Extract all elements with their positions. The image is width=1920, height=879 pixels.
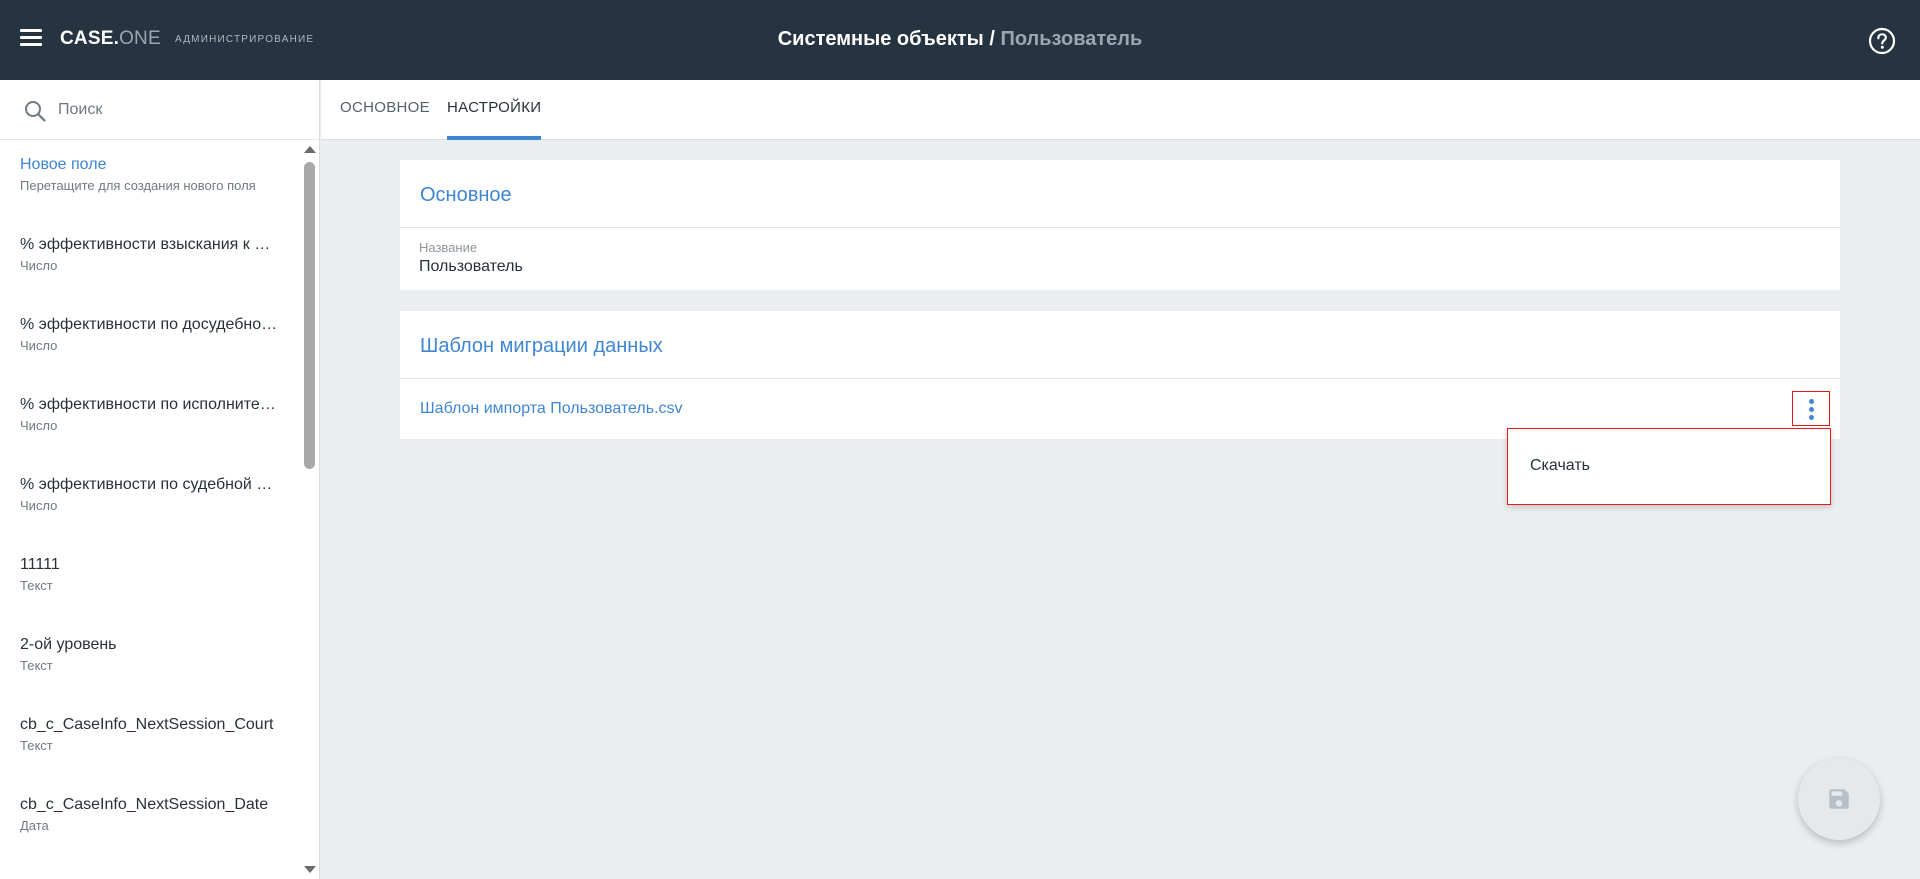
migration-card-title: Шаблон миграции данных: [400, 311, 1840, 379]
field-name: cb_c_CaseInfo_NextSession_Date: [20, 796, 269, 813]
tab-bar: ОСНОВНОЕ НАСТРОЙКИ: [321, 80, 1920, 140]
field-name: cb_c_CaseInfo_NextSession_Court: [20, 716, 274, 733]
save-icon: [1829, 789, 1849, 809]
top-app-bar: CASE.ONE АДМИНИСТРИРОВАНИЕ Системные объ…: [0, 0, 1920, 80]
search-input[interactable]: [58, 95, 298, 125]
scroll-thumb[interactable]: [304, 162, 315, 469]
basic-card-title: Основное: [400, 160, 1840, 228]
field-type: Число: [20, 418, 58, 433]
save-button[interactable]: [1798, 758, 1880, 840]
name-field-label: Название: [419, 240, 478, 255]
field-name: 2-ой уровень: [20, 636, 117, 653]
list-item[interactable]: % эффективности по исполните… Число: [0, 380, 300, 460]
list-item[interactable]: % эффективности взыскания к … Число: [0, 220, 300, 300]
migration-template-card: Шаблон миграции данных Шаблон импорта По…: [400, 311, 1840, 439]
field-type: Число: [20, 258, 58, 273]
title-separator: /: [989, 28, 995, 50]
new-field-name: Новое поле: [20, 156, 107, 173]
menu-item-download[interactable]: Скачать: [1530, 457, 1590, 475]
field-type: Текст: [20, 578, 53, 593]
field-name: % эффективности взыскания к …: [20, 236, 271, 253]
list-item[interactable]: cb_c_CaseInfo_NextSession_Date Дата: [0, 780, 300, 860]
basic-card: Основное Название Пользователь: [400, 160, 1840, 290]
search-icon[interactable]: [24, 100, 46, 122]
help-icon[interactable]: [1868, 27, 1896, 55]
field-list: Новое поле Перетащите для создания новог…: [0, 140, 300, 879]
field-name: 11111: [20, 556, 60, 573]
list-item[interactable]: % эффективности по досудебно… Число: [0, 300, 300, 380]
field-type: Число: [20, 498, 58, 513]
template-file-link[interactable]: Шаблон импорта Пользователь.csv: [420, 400, 683, 418]
name-field-value: Пользователь: [419, 258, 523, 275]
field-name: % эффективности по досудебно…: [20, 316, 278, 333]
list-item[interactable]: cb_c_CaseInfo_NextSession_Court Текст: [0, 700, 300, 780]
field-type: Дата: [20, 818, 49, 833]
new-field-item[interactable]: Новое поле Перетащите для создания новог…: [0, 140, 300, 220]
search-bar: [0, 80, 319, 140]
scroll-up-arrow-icon[interactable]: [304, 146, 316, 153]
list-item[interactable]: 2-ой уровень Текст: [0, 620, 300, 700]
field-type: Текст: [20, 738, 53, 753]
page-title-main: Системные объекты: [777, 28, 984, 50]
new-field-hint: Перетащите для создания нового поля: [20, 178, 256, 193]
page-title: Системные объекты / Пользователь: [0, 28, 1920, 51]
tab-settings[interactable]: НАСТРОЙКИ: [447, 80, 542, 140]
sidebar-scrollbar[interactable]: [300, 140, 319, 879]
list-item[interactable]: 11111 Текст: [0, 540, 300, 620]
field-name: % эффективности по судебной р…: [20, 476, 280, 493]
list-item[interactable]: % эффективности по судебной р… Число: [0, 460, 300, 540]
file-context-menu: Скачать: [1507, 428, 1831, 505]
field-name: % эффективности по исполните…: [20, 396, 276, 413]
field-type: Текст: [20, 658, 53, 673]
field-type: Число: [20, 338, 58, 353]
scroll-down-arrow-icon[interactable]: [304, 866, 316, 873]
fields-sidebar: Новое поле Перетащите для создания новог…: [0, 80, 320, 879]
tab-basic[interactable]: ОСНОВНОЕ: [340, 80, 430, 140]
page-title-sub: Пользователь: [1000, 28, 1143, 50]
more-vert-icon[interactable]: [1792, 391, 1830, 426]
